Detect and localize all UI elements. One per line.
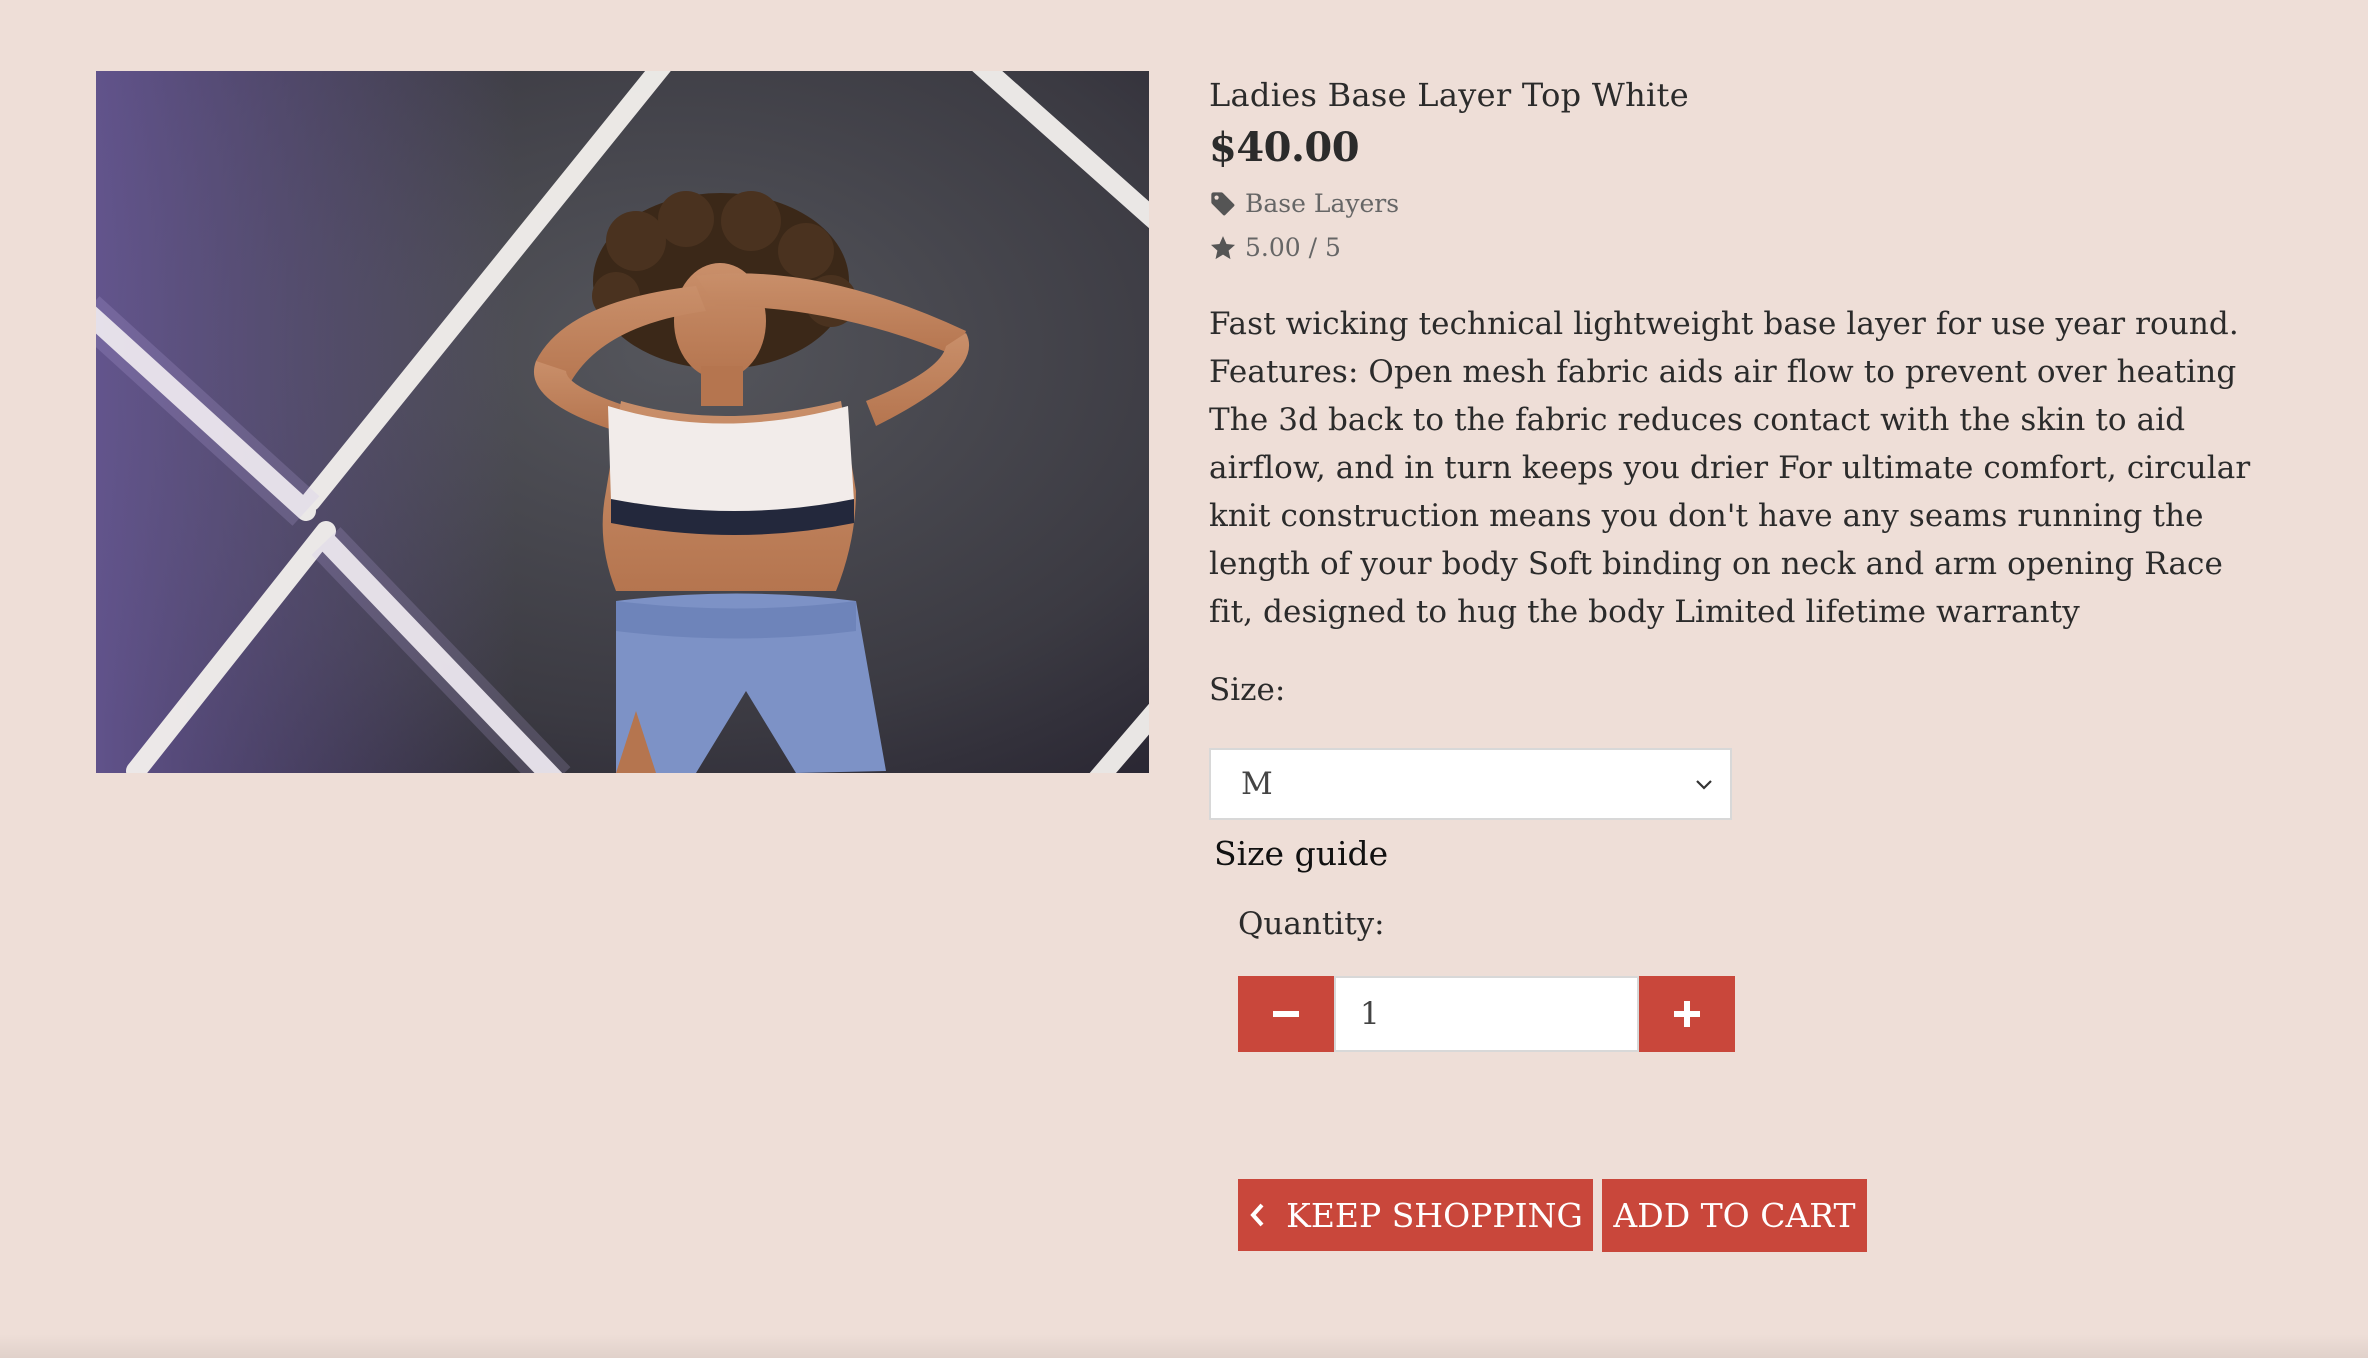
quantity-label: Quantity: (1238, 906, 1385, 942)
add-to-cart-button[interactable]: ADD TO CART (1602, 1179, 1867, 1252)
product-image (96, 71, 1149, 773)
decrement-button[interactable] (1238, 976, 1334, 1052)
product-photo (96, 71, 1149, 773)
minus-icon (1273, 1011, 1299, 1017)
product-description: Fast wicking technical lightweight base … (1209, 306, 2251, 630)
product-details: Ladies Base Layer Top White $40.00 Base … (1209, 70, 2269, 1252)
add-to-cart-label: ADD TO CART (1613, 1196, 1856, 1235)
size-guide-link[interactable]: Size guide (1214, 830, 2269, 878)
product-rating: 5.00 / 5 (1209, 226, 2269, 270)
tag-icon (1211, 192, 1235, 216)
product-name: Ladies Base Layer Top White (1209, 76, 1689, 114)
keep-shopping-button[interactable]: KEEP SHOPPING (1238, 1179, 1593, 1251)
chevron-down-icon (1696, 780, 1712, 790)
product-category[interactable]: Base Layers (1209, 182, 2269, 226)
increment-button[interactable] (1639, 976, 1735, 1052)
star-icon (1210, 236, 1236, 260)
size-select[interactable]: M (1209, 748, 1732, 820)
bottom-divider (0, 1334, 2368, 1358)
quantity-value: 1 (1360, 996, 1380, 1032)
size-selected-value: M (1241, 766, 1273, 802)
product-price: $40.00 (1209, 124, 1360, 171)
rating-value: 5.00 / 5 (1245, 233, 1341, 262)
quantity-input[interactable]: 1 (1334, 976, 1639, 1052)
size-label: Size: (1209, 672, 1286, 708)
plus-icon (1674, 1001, 1700, 1027)
quantity-stepper: 1 (1238, 976, 2269, 1052)
keep-shopping-label: KEEP SHOPPING (1286, 1195, 1583, 1235)
chevron-left-icon (1250, 1203, 1264, 1227)
category-label: Base Layers (1245, 189, 1400, 218)
action-buttons: KEEP SHOPPING ADD TO CART (1238, 1179, 2269, 1252)
